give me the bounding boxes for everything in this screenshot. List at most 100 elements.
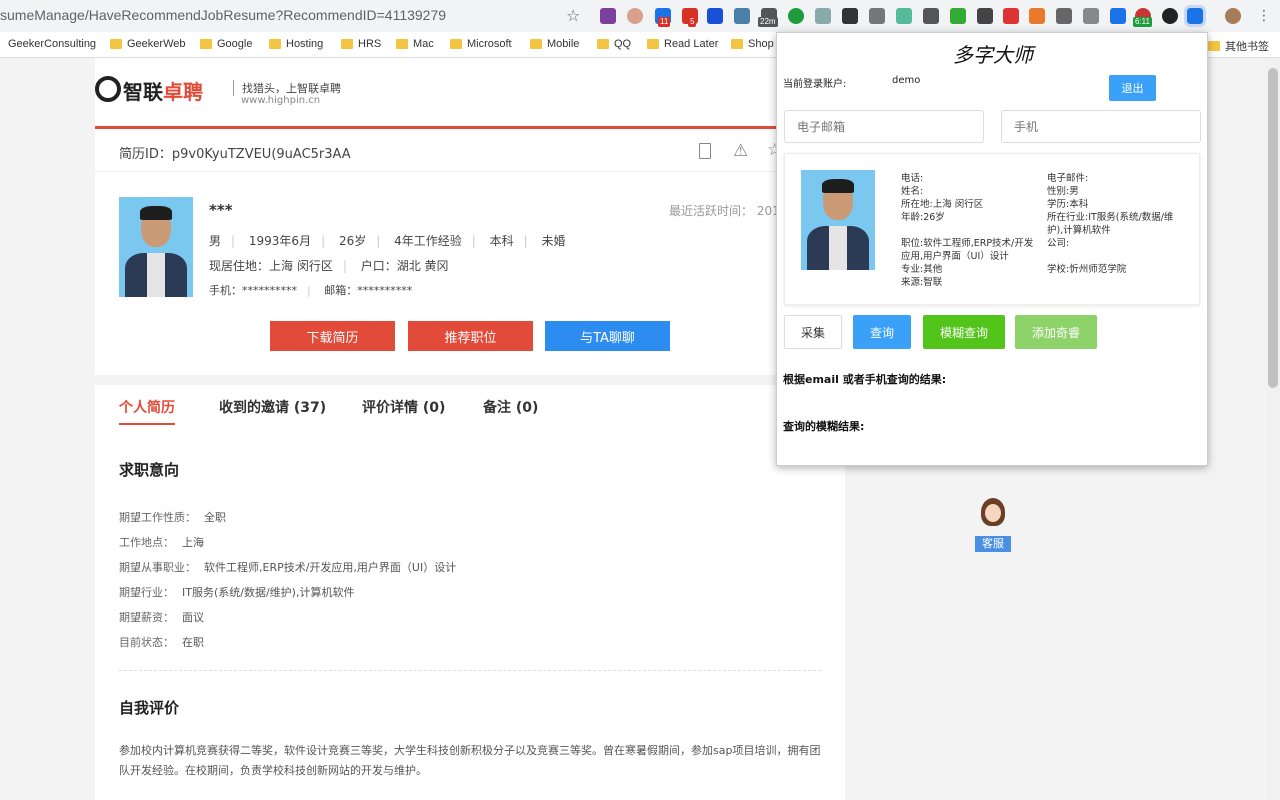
tv-extension-icon[interactable] [1056,8,1072,24]
extension-badge: 6:11 [1133,17,1152,27]
tab-personal-resume[interactable]: 个人简历 [119,397,175,425]
section-divider [119,670,821,671]
folder-icon [731,39,743,49]
birth-date: 1993年6月 [248,234,312,248]
extension-badge: 11 [658,17,671,27]
bookmark-folder[interactable]: Mobile [530,38,579,50]
email: 邮箱：********** [324,284,413,297]
profile-field [1047,250,1187,263]
profile-left-fields: 电话: 姓名: 所在地:上海 闵行区 年龄:26岁 职位:软件工程师,ERP技术… [901,172,1041,289]
candidate-basic-info: 男 | 1993年6月 | 26岁 | 4年工作经验 | 本科 | 未婚 [209,234,566,248]
intent-value: 上海 [182,536,204,549]
candidate-photo [119,197,193,297]
qr-extension-icon[interactable] [842,8,858,24]
dark-extension-icon[interactable] [1162,8,1178,24]
grid-extension-icon[interactable] [1083,8,1099,24]
circle-extension-icon[interactable] [627,8,643,24]
education: 本科 [489,234,514,248]
bookmark-label: Read Later [664,38,719,50]
arrow-extension-icon[interactable] [950,8,966,24]
green-extension-icon[interactable] [788,8,804,24]
candidate-name: *** [209,201,233,219]
bookmark-folder[interactable]: Mac [396,38,434,50]
intent-label: 期望工作性质： [119,511,196,524]
rss-extension-icon[interactable] [869,8,885,24]
intent-label: 期望行业： [119,586,174,599]
chat-button[interactable]: 与TA聊聊 [545,321,670,351]
warning-icon[interactable]: ⚠ [733,141,748,161]
onenote-extension-icon[interactable] [600,8,616,24]
email-query-result-label: 根据email 或者手机查询的结果: [783,373,947,386]
bookmark-folder[interactable]: Read Later [647,38,718,50]
age: 26岁 [338,234,367,248]
intent-value: 在职 [182,636,204,649]
recommend-job-button[interactable]: 推荐职位 [408,321,533,351]
profile-field: 学历:本科 [1047,199,1089,210]
bookmark-star-icon[interactable]: ☆ [566,6,580,25]
marital-status: 未婚 [541,234,566,248]
bookmark-folder[interactable]: GeekerWeb [110,38,186,50]
profile-right-fields: 电子邮件: 性别:男 学历:本科 所在行业:IT服务(系统/数据/维护),计算机… [1047,172,1187,276]
candidate-contact: 手机：********** | 邮箱：********** [209,284,413,297]
bookmark-icon[interactable] [699,143,711,159]
bookmark-folder[interactable]: Microsoft [450,38,512,50]
support-face [985,504,1001,522]
bookmark-folder[interactable]: QQ [597,38,631,50]
bookmark-folder[interactable]: HRS [341,38,381,50]
tab-notes[interactable]: 备注 (0) [483,397,538,417]
download-resume-button[interactable]: 下载简历 [270,321,395,351]
folder-icon [530,39,542,49]
logo-text-b: 卓聘 [163,80,203,104]
intent-row: 期望行业： IT服务(系统/数据/维护),计算机软件 [119,584,354,600]
email-input[interactable] [784,110,984,143]
intent-value: 面议 [182,611,204,624]
bookmark-folder[interactable]: Google [200,38,252,50]
bookmark-folder[interactable]: Hosting [269,38,323,50]
page-scrollbar[interactable] [1266,58,1280,800]
site-logo[interactable]: 智联卓聘 [123,76,203,105]
query-button[interactable]: 查询 [853,315,911,349]
bookmark-folder[interactable]: 其他书签 [1208,38,1269,54]
star-extension-icon[interactable] [896,8,912,24]
profile-field: 专业:其他 [901,264,943,275]
intent-value: 全职 [204,511,226,524]
v-extension-icon[interactable] [1110,8,1126,24]
profile-field: 所在地:上海 闵行区 [901,199,984,210]
resume-card: 简历ID：p9v0KyuTZVEU(9uAC5r3AA ⚠ ☆ *** 最近活跃… [95,129,845,375]
image-extension-icon[interactable] [815,8,831,24]
bookmark-folder[interactable]: Shop [731,38,774,50]
tab-reviews[interactable]: 评价详情 (0) [362,397,445,417]
candidate-profile-card: 电话: 姓名: 所在地:上海 闵行区 年龄:26岁 职位:软件工程师,ERP技术… [784,153,1200,305]
bird-extension-icon[interactable] [923,8,939,24]
extension-badge: 5 [688,17,697,27]
scrollbar-thumb[interactable] [1268,68,1278,388]
bookmark-label: Shop [748,38,774,50]
menu-dots-icon[interactable]: ⋮ [1256,8,1272,24]
phone: 手机：********** [209,284,297,297]
active-extension-icon[interactable] [1184,5,1206,27]
info-extension-icon[interactable] [707,8,723,24]
bookmark-label: QQ [614,38,632,50]
address-bar[interactable]: sumeManage/HaveRecommendJobResume?Recomm… [0,7,446,23]
intent-label: 期望薪资： [119,611,174,624]
profile-field: 公司: [1047,238,1070,249]
profile-field: 年龄:26岁 [901,212,945,223]
profile-avatar-icon[interactable] [1225,8,1241,24]
logout-button[interactable]: 退出 [1109,75,1156,101]
add-button[interactable]: 添加奇睿 [1015,315,1097,349]
fuzzy-query-button[interactable]: 模糊查询 [923,315,1005,349]
bookmark-item[interactable]: GeekerConsulting [8,38,96,50]
profile-field: 性别:男 [1047,186,1079,197]
tab-invitations[interactable]: 收到的邀请 (37) [219,397,326,417]
download-extension-icon[interactable] [734,8,750,24]
candidate-thumbnail [801,170,875,270]
customer-service-widget[interactable]: 客服 [975,498,1011,552]
orange-extension-icon[interactable] [1029,8,1045,24]
phone-input[interactable] [1001,110,1201,143]
browser-toolbar: sumeManage/HaveRecommendJobResume?Recomm… [0,0,1280,32]
shield-extension-icon[interactable] [1003,8,1019,24]
screen-extension-icon[interactable] [977,8,993,24]
resume-tabs: 个人简历 收到的邀请 (37) 评价详情 (0) 备注 (0) [95,385,845,431]
collect-button[interactable]: 采集 [784,315,842,349]
folder-icon [200,39,212,49]
